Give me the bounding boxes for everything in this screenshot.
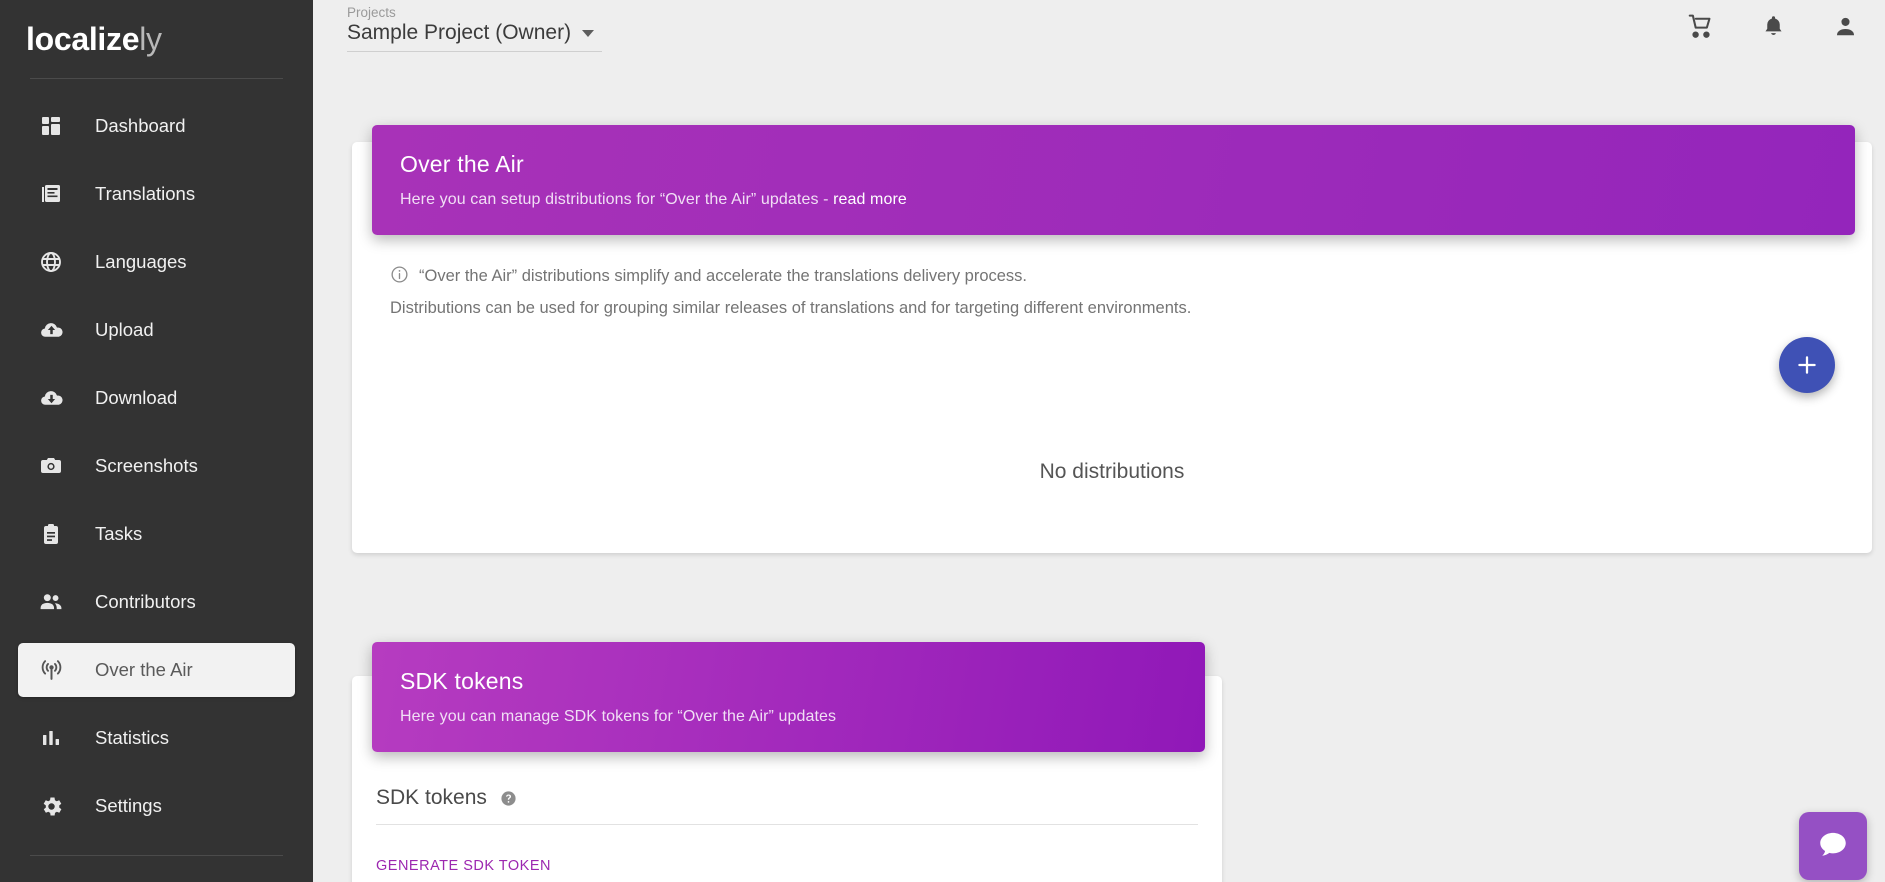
cloud-download-icon bbox=[36, 383, 66, 413]
cloud-upload-icon bbox=[36, 315, 66, 345]
sidebar-item-label: Dashboard bbox=[95, 115, 186, 136]
banner-title: Over the Air bbox=[400, 151, 524, 177]
help-icon[interactable] bbox=[500, 790, 517, 807]
sidebar-item-label: Languages bbox=[95, 251, 187, 272]
over-the-air-banner: Over the Air Here you can setup distribu… bbox=[372, 125, 1855, 235]
sidebar-bottom-divider bbox=[30, 855, 283, 856]
sidebar-item-label: Statistics bbox=[95, 727, 170, 748]
translations-icon bbox=[36, 179, 66, 209]
cart-icon[interactable] bbox=[1687, 12, 1715, 40]
banner-subtitle-text: Here you can setup distributions for “Ov… bbox=[400, 191, 834, 208]
sidebar-item-over-the-air[interactable]: Over the Air bbox=[18, 643, 295, 697]
sidebar-item-translations[interactable]: Translations bbox=[18, 167, 295, 221]
ota-info-line-2: Distributions can be used for grouping s… bbox=[390, 299, 1192, 318]
sidebar-item-label: Contributors bbox=[95, 591, 196, 612]
header-actions bbox=[1687, 12, 1859, 40]
camera-icon bbox=[36, 451, 66, 481]
sidebar-item-label: Translations bbox=[95, 183, 196, 204]
no-distributions-message: No distributions bbox=[1039, 460, 1185, 483]
sidebar-item-statistics[interactable]: Statistics bbox=[18, 711, 295, 765]
banner-subtitle: Here you can setup distributions for “Ov… bbox=[400, 191, 1827, 209]
project-selector-value: Sample Project (Owner) bbox=[347, 21, 572, 44]
top-header: Projects Sample Project (Owner) bbox=[313, 0, 1885, 78]
app-root: localize ly Dashboard Translations Langu… bbox=[0, 0, 1885, 882]
dashboard-icon bbox=[36, 111, 66, 141]
people-icon bbox=[36, 587, 66, 617]
bell-icon[interactable] bbox=[1759, 12, 1787, 40]
sidebar-item-download[interactable]: Download bbox=[18, 371, 295, 425]
brand-part-1: localize bbox=[26, 20, 140, 57]
gear-icon bbox=[36, 791, 66, 821]
sdk-tokens-section-header: SDK tokens bbox=[376, 786, 1198, 825]
sidebar-item-label: Download bbox=[95, 387, 178, 408]
sidebar-item-label: Tasks bbox=[95, 523, 143, 544]
brand-logo[interactable]: localize ly bbox=[0, 0, 313, 78]
bar-chart-icon bbox=[36, 723, 66, 753]
sidebar-item-dashboard[interactable]: Dashboard bbox=[18, 99, 295, 153]
ota-info-text-1: “Over the Air” distributions simplify an… bbox=[419, 267, 1028, 285]
sidebar-item-screenshots[interactable]: Screenshots bbox=[18, 439, 295, 493]
sidebar-item-label: Settings bbox=[95, 795, 162, 816]
clipboard-icon bbox=[36, 519, 66, 549]
globe-icon bbox=[36, 247, 66, 277]
add-distribution-button[interactable] bbox=[1779, 337, 1835, 393]
sidebar-item-languages[interactable]: Languages bbox=[18, 235, 295, 289]
project-selector-label: Projects bbox=[347, 5, 396, 20]
ota-info-block: “Over the Air” distributions simplify an… bbox=[390, 262, 1191, 324]
account-icon[interactable] bbox=[1831, 12, 1859, 40]
sdk-tokens-section-title: SDK tokens bbox=[376, 786, 487, 809]
generate-sdk-token-button[interactable]: GENERATE SDK TOKEN bbox=[376, 852, 551, 880]
sidebar-item-label: Over the Air bbox=[95, 659, 193, 680]
info-icon bbox=[390, 265, 409, 294]
chat-bubble-icon bbox=[1816, 828, 1850, 865]
plus-icon bbox=[1794, 352, 1820, 378]
sdk-tokens-banner: SDK tokens Here you can manage SDK token… bbox=[372, 642, 1205, 752]
project-selector-row: Sample Project (Owner) bbox=[347, 21, 602, 45]
sidebar-item-upload[interactable]: Upload bbox=[18, 303, 295, 357]
chevron-down-icon bbox=[582, 29, 594, 37]
sidebar-nav: Dashboard Translations Languages Upload bbox=[0, 79, 313, 833]
sidebar-item-settings[interactable]: Settings bbox=[18, 779, 295, 833]
sidebar-item-tasks[interactable]: Tasks bbox=[18, 507, 295, 561]
sidebar-item-label: Screenshots bbox=[95, 455, 198, 476]
project-selector[interactable]: Projects Sample Project (Owner) bbox=[347, 5, 602, 52]
chat-widget-button[interactable] bbox=[1799, 812, 1867, 880]
read-more-link[interactable]: read more bbox=[833, 191, 907, 208]
sidebar-item-label: Upload bbox=[95, 319, 154, 340]
banner-title: SDK tokens bbox=[400, 668, 524, 694]
banner-subtitle: Here you can manage SDK tokens for “Over… bbox=[400, 708, 837, 725]
broadcast-icon bbox=[36, 655, 66, 685]
sidebar-item-contributors[interactable]: Contributors bbox=[18, 575, 295, 629]
sidebar: localize ly Dashboard Translations Langu… bbox=[0, 0, 313, 882]
ota-info-line-1: “Over the Air” distributions simplify an… bbox=[390, 262, 1191, 294]
brand-part-2: ly bbox=[139, 20, 162, 57]
